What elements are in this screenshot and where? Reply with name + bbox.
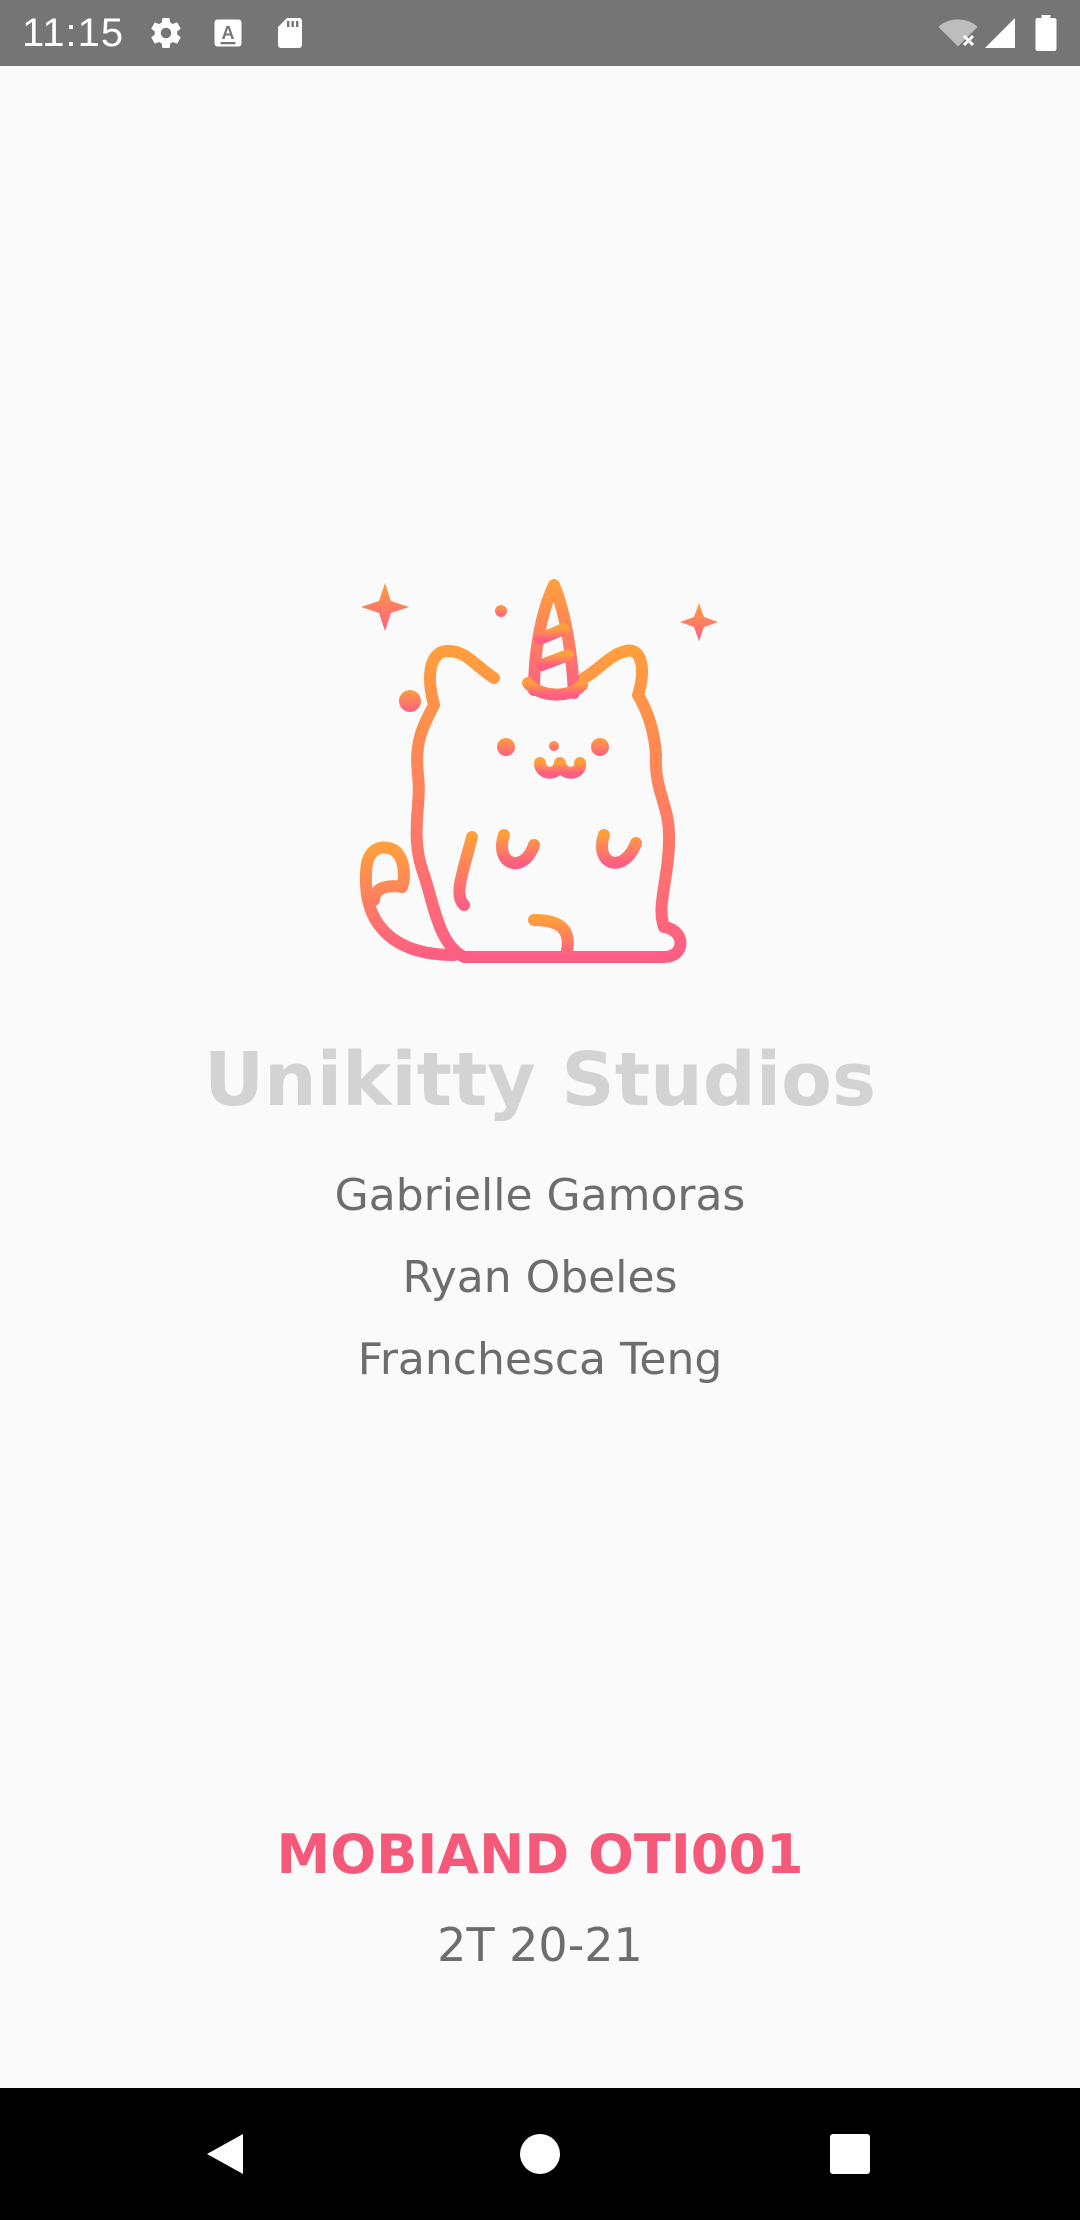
unicorn-cat-icon: [354, 575, 726, 971]
sd-card-icon: [272, 15, 308, 51]
status-time: 11:15: [22, 11, 125, 55]
status-bar: 11:15 A: [0, 0, 1080, 66]
course-code: MOBIAND OTI001: [276, 1823, 804, 1886]
splash-screen: 11:15 A Unikitty Studios Gabrielle Gamor…: [0, 0, 1080, 2220]
home-icon[interactable]: [490, 2106, 590, 2202]
member-name: Franchesca Teng: [357, 1334, 723, 1385]
member-name: Ryan Obeles: [402, 1252, 678, 1303]
back-icon[interactable]: [175, 2106, 275, 2202]
signal-icon: [982, 15, 1018, 51]
term-label: 2T 20-21: [437, 1918, 643, 1972]
recents-icon[interactable]: [800, 2106, 900, 2202]
wifi-off-icon: [936, 15, 980, 51]
member-name: Gabrielle Gamoras: [334, 1170, 746, 1221]
studio-title: Unikitty Studios: [203, 1037, 877, 1123]
navigation-bar: [0, 2088, 1080, 2220]
battery-icon: [1034, 15, 1058, 51]
font-a-icon: A: [210, 15, 246, 51]
svg-text:A: A: [222, 23, 235, 43]
gear-icon: [148, 15, 184, 51]
